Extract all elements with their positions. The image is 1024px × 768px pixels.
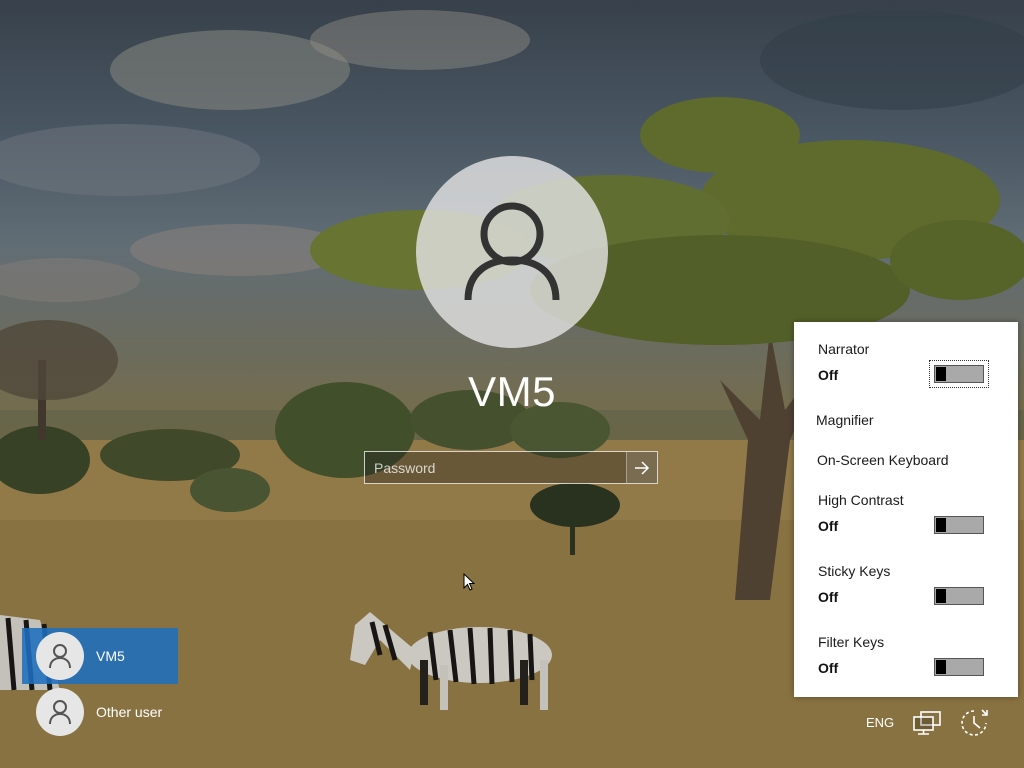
ease-of-access-flyout: Narrator Off Magnifier On-Screen Keyboar… — [794, 322, 1018, 697]
toggle-knob — [936, 367, 946, 381]
sticky-keys-toggle[interactable] — [934, 587, 984, 605]
sticky-keys-label: Sticky Keys — [818, 563, 891, 579]
avatar — [36, 632, 84, 680]
toggle-knob — [936, 589, 946, 603]
avatar — [36, 688, 84, 736]
sticky-keys-state: Off — [818, 589, 839, 605]
submit-button[interactable] — [626, 452, 657, 483]
toggle-knob — [936, 660, 946, 674]
ease-of-access-icon — [961, 709, 988, 736]
magnifier-item[interactable]: Magnifier — [816, 412, 874, 428]
network-icon — [913, 711, 941, 735]
user-list-label: VM5 — [96, 648, 125, 664]
high-contrast-state: Off — [818, 518, 839, 534]
user-list-label: Other user — [96, 704, 163, 720]
user-icon — [464, 202, 560, 301]
user-name: VM5 — [468, 368, 556, 415]
narrator-toggle[interactable] — [934, 365, 984, 383]
filter-keys-label: Filter Keys — [818, 634, 885, 650]
on-screen-keyboard-item[interactable]: On-Screen Keyboard — [817, 452, 949, 468]
toggle-knob — [936, 518, 946, 532]
user-avatar — [416, 156, 608, 348]
language-indicator[interactable]: ENG — [866, 715, 894, 730]
network-button[interactable] — [910, 708, 944, 738]
user-list-item-vm5[interactable]: VM5 — [22, 628, 178, 684]
high-contrast-toggle[interactable] — [934, 516, 984, 534]
mouse-cursor-icon — [463, 573, 475, 591]
user-list-item-other-user[interactable]: Other user — [22, 684, 178, 740]
user-icon — [49, 644, 71, 669]
narrator-state: Off — [818, 367, 839, 383]
ease-of-access-button[interactable] — [956, 706, 992, 740]
user-icon — [49, 700, 71, 725]
password-input[interactable] — [365, 452, 627, 483]
filter-keys-state: Off — [818, 660, 839, 676]
narrator-label: Narrator — [818, 341, 870, 357]
password-box — [364, 451, 658, 484]
arrow-right-icon — [635, 460, 650, 475]
filter-keys-toggle[interactable] — [934, 658, 984, 676]
high-contrast-label: High Contrast — [818, 492, 904, 508]
